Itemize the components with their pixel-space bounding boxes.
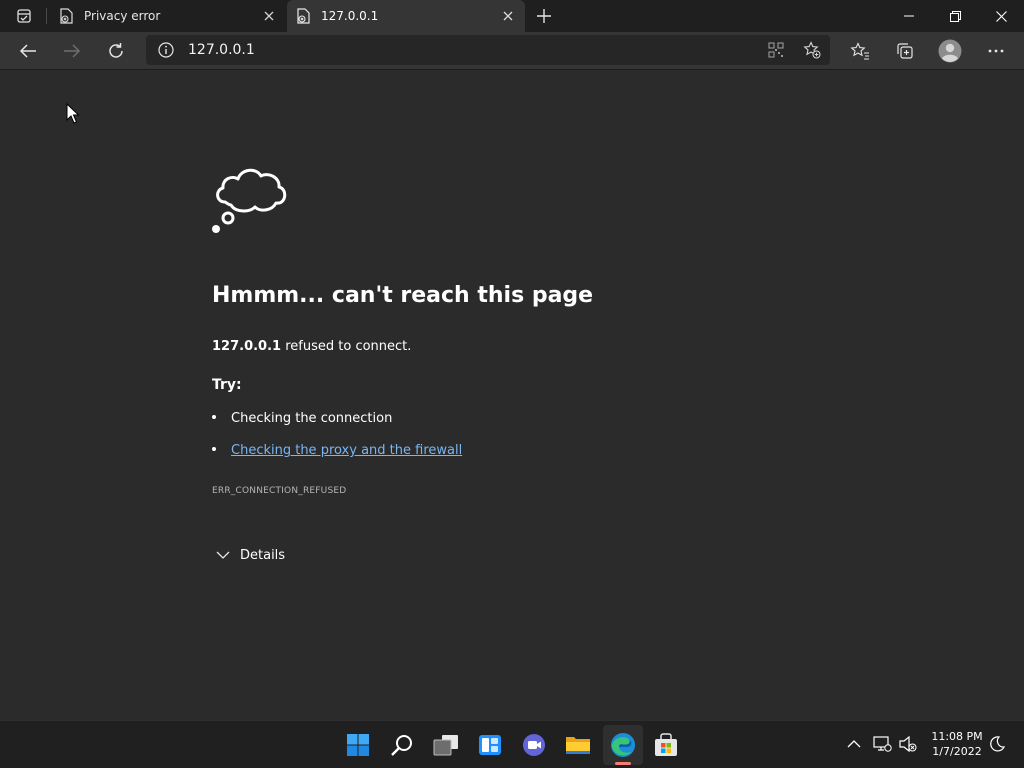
try-label: Try:: [212, 377, 242, 393]
arrow-left-icon: [19, 44, 36, 58]
file-explorer-icon: [566, 737, 590, 754]
forward-button[interactable]: [57, 36, 87, 66]
tab-title: 127.0.0.1: [321, 9, 379, 23]
store-icon: [655, 733, 677, 756]
settings-more-button[interactable]: [981, 36, 1011, 66]
tab-close-button[interactable]: [260, 7, 278, 25]
search-icon: [391, 735, 412, 756]
minimize-button[interactable]: [886, 0, 932, 32]
plus-icon: [537, 9, 551, 23]
address-bar[interactable]: 127.0.0.1: [146, 35, 830, 65]
new-tab-button[interactable]: [533, 5, 555, 27]
profile-button[interactable]: [935, 36, 965, 66]
taskbar: 11:08 PM 1/7/2022: [0, 720, 1024, 768]
restore-icon: [949, 10, 961, 22]
url-text[interactable]: 127.0.0.1: [188, 42, 255, 58]
site-info-button[interactable]: [156, 40, 176, 60]
chat-button[interactable]: [514, 725, 554, 765]
tab-127-0-0-1[interactable]: 127.0.0.1: [287, 0, 525, 32]
error-host: 127.0.0.1: [212, 339, 282, 354]
refresh-button[interactable]: [101, 36, 131, 66]
clock[interactable]: 11:08 PM 1/7/2022: [924, 729, 990, 759]
close-icon: [264, 11, 274, 21]
close-icon: [503, 11, 513, 21]
details-toggle[interactable]: Details: [214, 545, 285, 565]
proxy-firewall-link[interactable]: Checking the proxy and the firewall: [231, 443, 462, 458]
error-heading: Hmmm... can't reach this page: [212, 283, 594, 308]
star-add-icon: [803, 41, 821, 59]
arrow-right-icon: [64, 44, 81, 58]
collections-icon: [897, 43, 913, 59]
focus-assist-button[interactable]: [986, 733, 1008, 755]
tab-strip: Privacy error 127.0.0.1: [0, 0, 1024, 32]
page-error-icon: [295, 8, 311, 24]
info-icon: [158, 42, 174, 58]
network-button[interactable]: [871, 733, 893, 755]
favorites-button[interactable]: [845, 36, 875, 66]
restore-button[interactable]: [932, 0, 978, 32]
edge-button[interactable]: [603, 725, 643, 765]
tab-actions-icon: [17, 9, 31, 23]
refresh-icon: [109, 43, 123, 58]
browser-toolbar: 127.0.0.1: [0, 32, 1024, 70]
task-view-icon: [433, 735, 458, 756]
back-button[interactable]: [13, 36, 43, 66]
chat-icon: [523, 734, 545, 756]
suggestion-item: Checking the connection: [212, 411, 392, 426]
error-message: 127.0.0.1 refused to connect.: [212, 339, 411, 354]
tab-separator: [46, 8, 47, 24]
collections-button[interactable]: [890, 36, 920, 66]
widgets-icon: [479, 735, 501, 755]
chevron-down-icon: [214, 546, 232, 564]
suggestion-text: Checking the connection: [231, 411, 393, 426]
clock-date: 1/7/2022: [932, 745, 982, 758]
task-view-button[interactable]: [426, 725, 466, 765]
tab-actions-button[interactable]: [8, 6, 40, 26]
clock-time: 11:08 PM: [931, 730, 983, 743]
more-horizontal-icon: [988, 49, 1004, 53]
bullet-icon: [212, 414, 216, 419]
thought-cloud-icon: [212, 168, 287, 233]
widgets-button[interactable]: [470, 725, 510, 765]
active-app-indicator: [615, 762, 631, 765]
moon-icon: [990, 736, 1006, 752]
tab-close-button[interactable]: [499, 7, 517, 25]
volume-muted-icon: [899, 735, 917, 753]
start-button[interactable]: [338, 725, 378, 765]
start-icon: [347, 734, 369, 756]
network-icon: [873, 736, 892, 752]
bullet-icon: [212, 446, 216, 451]
tab-title: Privacy error: [84, 9, 161, 23]
page-error-icon: [58, 8, 74, 24]
show-hidden-icons-button[interactable]: [843, 733, 865, 755]
qr-code-icon: [768, 42, 784, 58]
qr-code-button[interactable]: [764, 39, 788, 61]
add-favorite-button[interactable]: [800, 39, 824, 61]
suggestion-item: Checking the proxy and the firewall: [212, 443, 462, 458]
close-window-button[interactable]: [978, 0, 1024, 32]
chevron-up-icon: [847, 740, 861, 748]
search-button[interactable]: [382, 725, 422, 765]
volume-button[interactable]: [897, 733, 919, 755]
minimize-icon: [904, 15, 914, 17]
tab-privacy-error[interactable]: Privacy error: [50, 0, 286, 32]
store-button[interactable]: [646, 725, 686, 765]
avatar-icon: [938, 39, 962, 63]
close-icon: [995, 10, 1007, 22]
favorites-icon: [850, 42, 869, 60]
error-page: [0, 70, 1024, 720]
error-message-text: refused to connect.: [281, 339, 412, 354]
error-code: ERR_CONNECTION_REFUSED: [212, 486, 347, 496]
edge-icon: [611, 733, 635, 757]
file-explorer-button[interactable]: [558, 725, 598, 765]
mouse-cursor-icon: [66, 103, 80, 124]
details-label: Details: [240, 547, 286, 563]
